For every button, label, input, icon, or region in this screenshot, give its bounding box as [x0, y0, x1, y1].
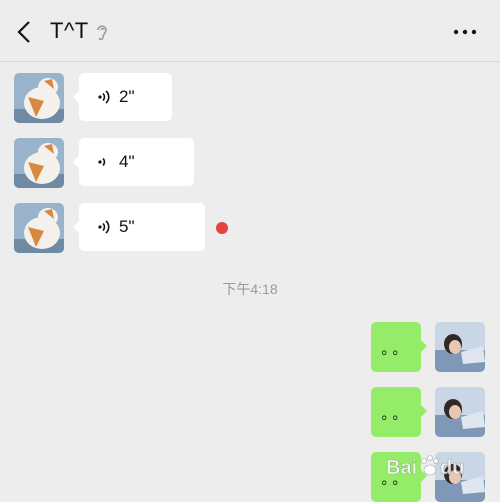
message-text: 。。 [381, 406, 411, 422]
voice-duration: 5" [119, 217, 135, 236]
cat-avatar-icon [14, 73, 64, 123]
voice-duration: 2" [119, 87, 135, 106]
svg-text:du: du [440, 457, 464, 479]
voice-message[interactable]: 5" [73, 203, 205, 251]
cat-avatar-icon [14, 203, 64, 253]
more-dots-icon[interactable] [452, 26, 478, 38]
cat-avatar-icon [14, 138, 64, 188]
voice-wave-icon [98, 157, 106, 167]
sent-message[interactable]: 。。 [371, 387, 427, 437]
chevron-left-icon[interactable] [14, 19, 36, 45]
voice-message[interactable]: 4" [73, 138, 194, 186]
sent-message[interactable]: 。。 [371, 322, 427, 372]
contact-avatar[interactable] [14, 138, 64, 188]
ear-icon [97, 25, 107, 41]
contact-avatar[interactable] [14, 73, 64, 123]
message-timestamp: 下午4:18 [222, 281, 278, 297]
message-text: 。。 [381, 341, 411, 357]
chat-title: T^T [50, 18, 89, 43]
self-avatar[interactable] [435, 322, 485, 372]
unread-indicator [216, 222, 228, 234]
contact-avatar[interactable] [14, 203, 64, 253]
svg-text:Bai: Bai [386, 457, 417, 479]
self-avatar[interactable] [435, 387, 485, 437]
baidu-watermark-logo: Bai du [386, 455, 465, 479]
voice-message[interactable]: 2" [73, 73, 172, 121]
voice-wave-icon [98, 220, 110, 234]
person-avatar-icon [435, 387, 485, 437]
voice-duration: 4" [119, 152, 135, 171]
chat-header: T^T [0, 0, 500, 62]
person-avatar-icon [435, 322, 485, 372]
voice-wave-icon [98, 90, 110, 104]
